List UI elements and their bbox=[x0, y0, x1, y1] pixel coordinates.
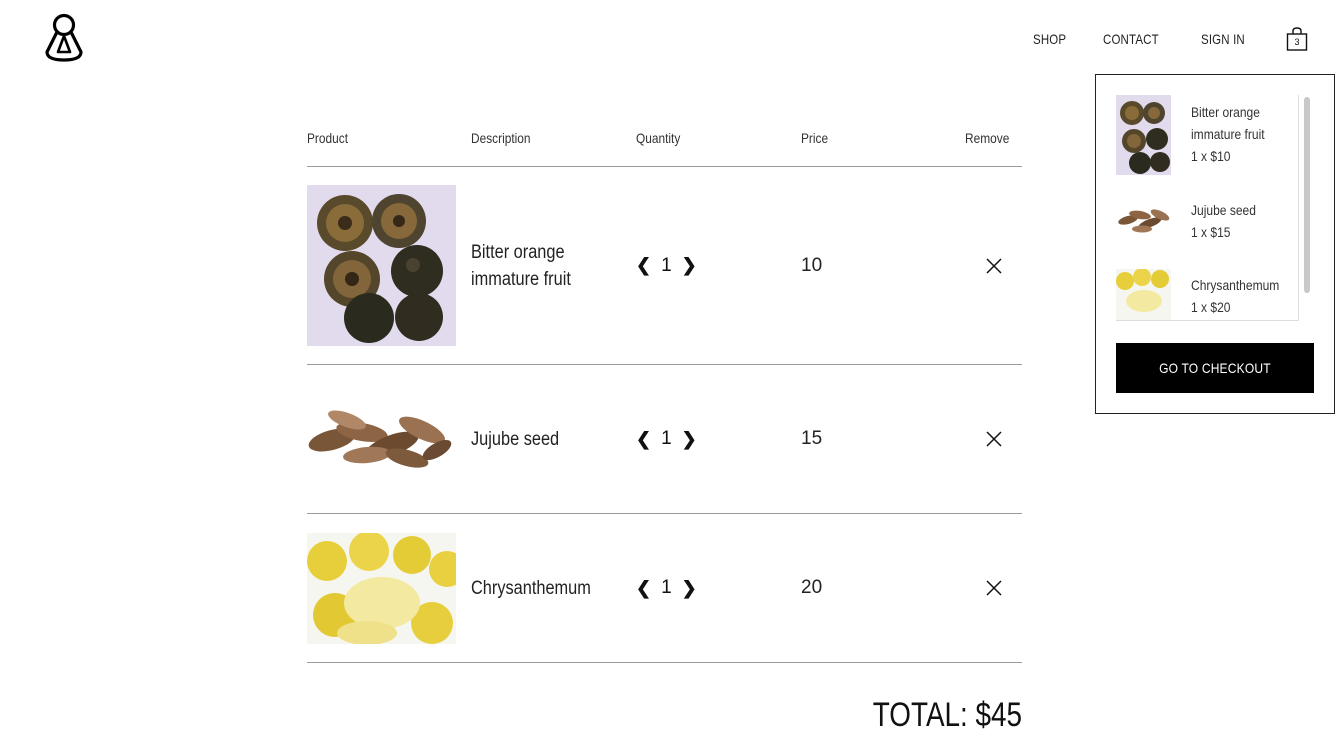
quantity-stepper: ❮ 1 ❯ bbox=[636, 577, 801, 599]
close-icon bbox=[985, 580, 1002, 596]
chevron-left-icon[interactable]: ❮ bbox=[636, 255, 651, 276]
mini-cart-dropdown: Bitter orange immature fruit 1 x $10 Juj… bbox=[1095, 74, 1335, 414]
remove-button[interactable] bbox=[965, 580, 1022, 596]
mini-thumb-bitter-orange bbox=[1116, 95, 1171, 175]
mini-cart-scrollbar[interactable] bbox=[1304, 97, 1310, 293]
mini-item-name: Chrysanthemum bbox=[1191, 277, 1280, 293]
header-description: Description bbox=[471, 130, 531, 146]
go-to-checkout-button[interactable]: GO TO CHECKOUT bbox=[1116, 343, 1314, 393]
header-remove: Remove bbox=[965, 130, 1010, 146]
nav-contact-link[interactable]: CONTACT bbox=[1103, 31, 1159, 47]
mini-item-name: Bitter orange immature fruit bbox=[1191, 104, 1265, 142]
top-nav: SHOP CONTACT SIGN IN 3 bbox=[1033, 26, 1309, 52]
header-product: Product bbox=[307, 130, 349, 146]
product-name: Bitter orange immature fruit bbox=[471, 241, 571, 290]
chevron-right-icon[interactable]: ❯ bbox=[682, 578, 697, 599]
cart-table: Product Description Quantity Price Remov… bbox=[307, 130, 1022, 663]
product-price: 15 bbox=[801, 428, 823, 449]
mini-item-name: Jujube seed bbox=[1191, 202, 1256, 218]
table-row: Jujube seed ❮ 1 ❯ 15 bbox=[307, 365, 1022, 514]
product-price: 10 bbox=[801, 254, 823, 276]
mini-item-line: 1 x $15 bbox=[1191, 224, 1231, 240]
quantity-stepper: ❮ 1 ❯ bbox=[636, 428, 801, 450]
list-item: Jujube seed 1 x $15 bbox=[1116, 195, 1298, 245]
product-name: Jujube seed bbox=[471, 428, 560, 450]
product-image-bitter-orange[interactable] bbox=[307, 185, 456, 346]
quantity-stepper: ❮ 1 ❯ bbox=[636, 255, 801, 277]
remove-button[interactable] bbox=[965, 431, 1022, 447]
product-image-jujube-seed[interactable] bbox=[307, 390, 456, 488]
quantity-value: 1 bbox=[661, 577, 672, 598]
list-item: Chrysanthemum 1 x $20 bbox=[1116, 269, 1298, 320]
list-item: Bitter orange immature fruit 1 x $10 bbox=[1116, 95, 1298, 175]
checkout-label: GO TO CHECKOUT bbox=[1159, 360, 1271, 376]
mini-item-line: 1 x $20 bbox=[1191, 299, 1231, 315]
chevron-left-icon[interactable]: ❮ bbox=[636, 578, 651, 599]
close-icon bbox=[985, 431, 1002, 447]
header-price: Price bbox=[801, 130, 829, 146]
header-quantity: Quantity bbox=[636, 130, 681, 146]
table-row: Chrysanthemum ❮ 1 ❯ 20 bbox=[307, 514, 1022, 663]
cart-button[interactable]: 3 bbox=[1285, 26, 1309, 52]
cart-total: TOTAL: $45 bbox=[872, 696, 1022, 734]
product-name: Chrysanthemum bbox=[471, 577, 591, 599]
close-icon bbox=[985, 257, 1002, 274]
quantity-value: 1 bbox=[661, 254, 672, 276]
nav-shop-link[interactable]: SHOP bbox=[1033, 31, 1066, 47]
chevron-left-icon[interactable]: ❮ bbox=[636, 429, 651, 450]
table-header: Product Description Quantity Price Remov… bbox=[307, 130, 1022, 167]
product-image-chrysanthemum[interactable] bbox=[307, 532, 456, 644]
mini-thumb-jujube-seed bbox=[1116, 195, 1171, 245]
mini-item-line: 1 x $10 bbox=[1191, 148, 1231, 164]
nav-signin-link[interactable]: SIGN IN bbox=[1201, 31, 1245, 47]
remove-button[interactable] bbox=[965, 257, 1022, 274]
table-row: Bitter orange immature fruit ❮ 1 ❯ 10 bbox=[307, 167, 1022, 365]
chevron-right-icon[interactable]: ❯ bbox=[682, 255, 697, 276]
mini-thumb-chrysanthemum bbox=[1116, 269, 1171, 320]
quantity-value: 1 bbox=[661, 428, 672, 449]
mini-cart-list[interactable]: Bitter orange immature fruit 1 x $10 Juj… bbox=[1116, 95, 1299, 321]
logo-icon[interactable] bbox=[40, 12, 88, 66]
product-price: 20 bbox=[801, 577, 823, 598]
cart-count-badge: 3 bbox=[1294, 37, 1300, 47]
chevron-right-icon[interactable]: ❯ bbox=[682, 429, 697, 450]
